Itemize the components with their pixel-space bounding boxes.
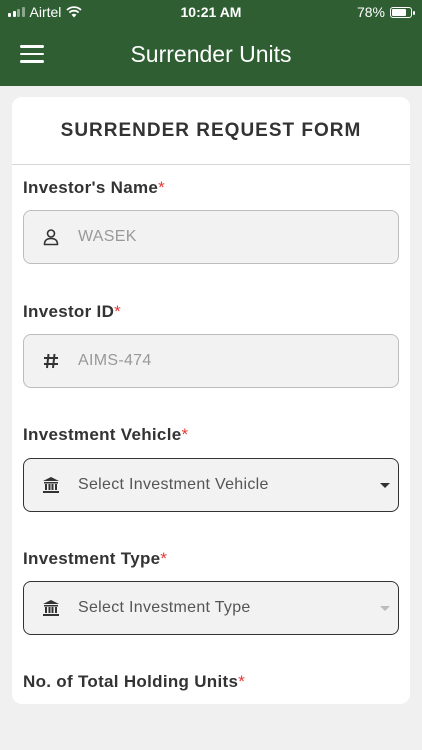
investor-id-label: Investor ID*: [23, 302, 122, 321]
battery-percent: 78%: [356, 4, 385, 20]
hash-icon: [24, 353, 78, 369]
investment-vehicle-value: Select Investment Vehicle: [78, 476, 269, 493]
form-title: SURRENDER REQUEST FORM: [12, 97, 410, 165]
required-mark: *: [238, 672, 246, 691]
surrender-form-card: SURRENDER REQUEST FORM Investor's Name* …: [12, 97, 410, 704]
investor-name-value: WASEK: [78, 228, 137, 245]
chevron-down-icon: [380, 483, 390, 488]
chevron-down-icon: [380, 606, 390, 611]
status-bar: Airtel 10:21 AM 78%: [0, 0, 422, 25]
investor-name-field[interactable]: WASEK: [23, 210, 399, 264]
required-mark: *: [114, 302, 122, 321]
investor-id-value: AIMS-474: [78, 352, 152, 369]
page-title: Surrender Units: [130, 41, 292, 67]
user-icon: [24, 228, 78, 246]
investment-vehicle-select[interactable]: Select Investment Vehicle: [23, 458, 399, 512]
investment-type-label: Investment Type*: [23, 549, 168, 568]
battery-fill: [392, 8, 407, 16]
total-holding-units-label: No. of Total Holding Units*: [23, 672, 246, 691]
investment-type-select[interactable]: Select Investment Type: [23, 581, 399, 635]
status-right: 78%: [356, 4, 415, 20]
required-mark: *: [181, 425, 189, 444]
investment-type-value: Select Investment Type: [78, 599, 251, 616]
bank-icon: [24, 599, 78, 617]
app-bar: Surrender Units: [0, 25, 422, 86]
battery-icon: [390, 6, 415, 18]
bank-icon: [24, 476, 78, 494]
required-mark: *: [158, 178, 166, 197]
required-mark: *: [160, 549, 168, 568]
investor-id-field[interactable]: AIMS-474: [23, 334, 399, 388]
investor-name-label: Investor's Name*: [23, 178, 166, 197]
investment-vehicle-label: Investment Vehicle*: [23, 425, 189, 444]
